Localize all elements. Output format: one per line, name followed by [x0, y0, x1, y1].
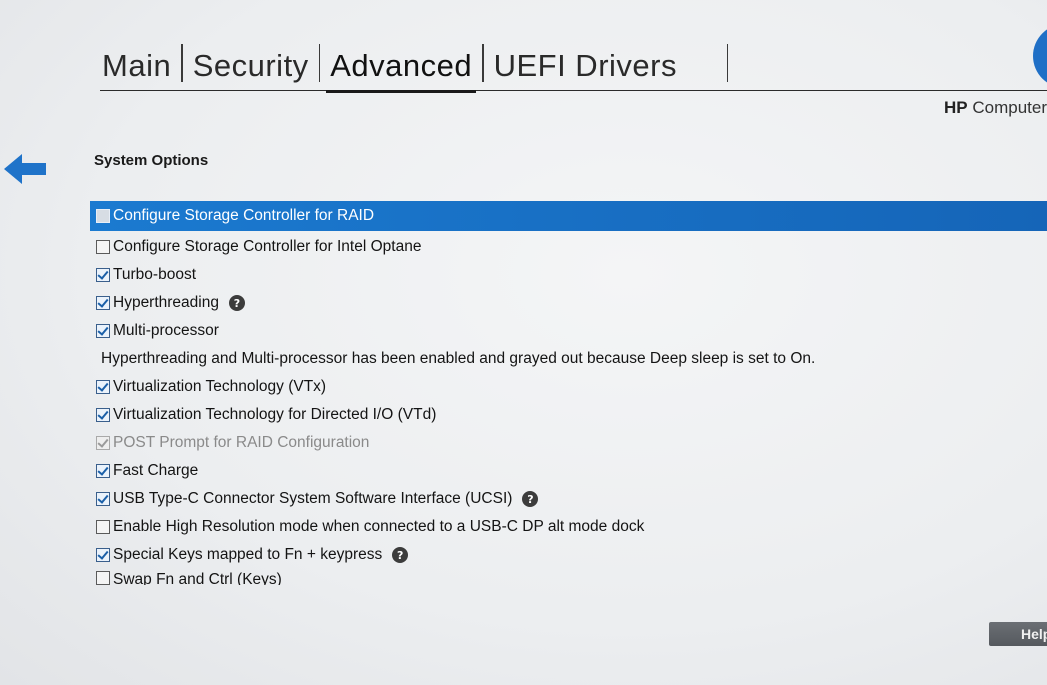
option-label: Fast Charge: [113, 462, 199, 479]
option-turbo-boost[interactable]: Turbo-boost: [90, 261, 1047, 289]
section-title: System Options: [94, 152, 209, 169]
option-label: Multi-processor: [113, 322, 219, 339]
checkbox[interactable]: [96, 296, 110, 310]
option-post-prompt-for-raid-configuration: POST Prompt for RAID Configuration: [90, 429, 1047, 457]
option-hyperthreading[interactable]: Hyperthreading?: [90, 289, 1047, 317]
checkbox: [96, 436, 110, 450]
checkbox[interactable]: [96, 520, 110, 534]
tab-uefi-drivers[interactable]: UEFI Drivers: [484, 48, 687, 90]
option-enable-high-resolution-mode-when-connected-to-a-usb-c-dp-alt-mode-dock[interactable]: Enable High Resolution mode when connect…: [90, 513, 1047, 541]
option-label: Swap Fn and Ctrl (Keys): [113, 571, 282, 585]
tab-advanced[interactable]: Advanced: [320, 48, 482, 93]
checkbox[interactable]: [96, 571, 110, 585]
checkbox[interactable]: [96, 324, 110, 338]
checkbox[interactable]: [96, 548, 110, 562]
tab-main[interactable]: Main: [100, 48, 181, 90]
checkbox[interactable]: [96, 209, 110, 223]
help-icon[interactable]: ?: [522, 491, 539, 507]
option-virtualization-technology-for-directed-i-o-vtd[interactable]: Virtualization Technology for Directed I…: [90, 401, 1047, 429]
checkbox[interactable]: [96, 240, 110, 254]
tab-bar: Main Security Advanced UEFI Drivers: [100, 36, 1047, 93]
option-label: Virtualization Technology (VTx): [113, 378, 327, 395]
checkbox[interactable]: [96, 268, 110, 282]
tab-security[interactable]: Security: [183, 48, 319, 90]
system-options-list: Configure Storage Controller for RAID Con…: [90, 201, 1047, 585]
option-label: Turbo-boost: [113, 266, 196, 283]
option-usb-type-c-connector-system-software-interface-ucsi[interactable]: USB Type-C Connector System Software Int…: [90, 485, 1047, 513]
brand-mark: HP: [944, 98, 968, 117]
option-label: USB Type-C Connector System Software Int…: [113, 490, 513, 507]
checkbox[interactable]: [96, 408, 110, 422]
option-fast-charge[interactable]: Fast Charge: [90, 457, 1047, 485]
checkbox[interactable]: [96, 380, 110, 394]
option-multi-processor[interactable]: Multi-processor: [90, 317, 1047, 345]
option-label: Enable High Resolution mode when connect…: [113, 518, 645, 535]
help-icon[interactable]: ?: [228, 295, 245, 311]
back-arrow-icon[interactable]: [4, 152, 46, 186]
checkbox[interactable]: [96, 492, 110, 506]
option-label: Virtualization Technology for Directed I…: [113, 406, 437, 423]
help-button[interactable]: Help: [989, 622, 1047, 646]
option-label: Special Keys mapped to Fn + keypress: [113, 546, 383, 563]
option-configure-storage-controller-for-intel-optane[interactable]: Configure Storage Controller for Intel O…: [90, 233, 1047, 261]
tab-separator: [726, 44, 729, 82]
option-label: POST Prompt for RAID Configuration: [113, 434, 370, 451]
option-configure-storage-controller-for-raid[interactable]: Configure Storage Controller for RAID: [90, 201, 1047, 231]
brand-label: HP Computer: [944, 98, 1047, 118]
checkbox[interactable]: [96, 464, 110, 478]
info-note: Hyperthreading and Multi-processor has b…: [101, 350, 816, 367]
option-special-keys-mapped-to-fn-keypress[interactable]: Special Keys mapped to Fn + keypress?: [90, 541, 1047, 569]
option-swap-fn-and-ctrl-keys[interactable]: Swap Fn and Ctrl (Keys): [90, 569, 1047, 585]
option-label: Hyperthreading: [113, 294, 219, 311]
option-label: Configure Storage Controller for RAID: [113, 207, 375, 224]
help-icon[interactable]: ?: [392, 547, 409, 563]
option-virtualization-technology-vtx[interactable]: Virtualization Technology (VTx): [90, 373, 1047, 401]
brand-text: Computer: [972, 98, 1047, 117]
option-label: Configure Storage Controller for Intel O…: [113, 238, 422, 255]
